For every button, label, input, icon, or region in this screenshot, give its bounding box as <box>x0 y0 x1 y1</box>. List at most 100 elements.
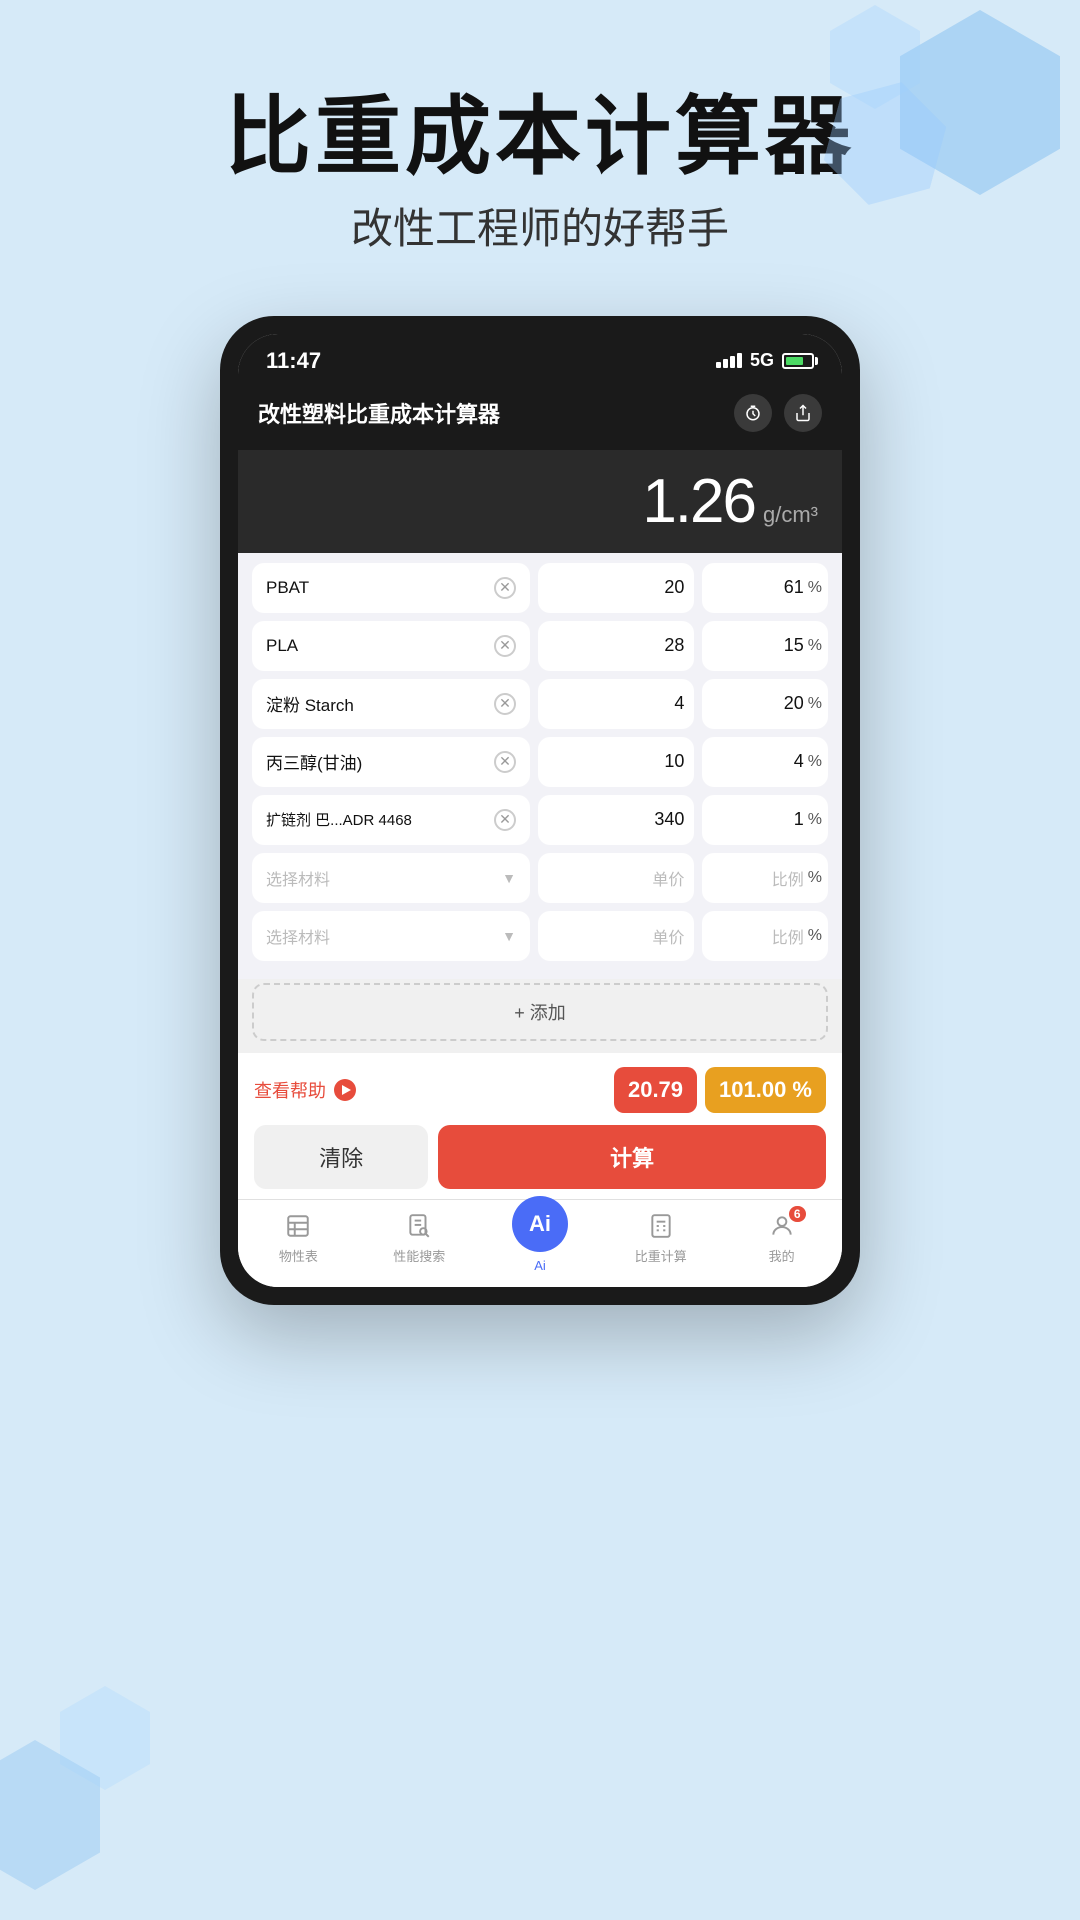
tab-mine[interactable]: 6 我的 <box>721 1210 842 1273</box>
phone-mockup: 11:47 5G 改性塑料比重成本计算器 <box>220 316 860 1305</box>
ratio-input-4[interactable]: 1 % <box>702 795 828 845</box>
material-select-4[interactable]: 扩链剂 巴...ADR 4468 ✕ <box>252 795 530 845</box>
tab-search-label: 性能搜索 <box>393 1246 445 1265</box>
action-row: 清除 计算 <box>254 1125 826 1189</box>
material-select-0[interactable]: PBAT ✕ <box>252 563 530 613</box>
price-input-4[interactable]: 340 <box>538 795 694 845</box>
header-section: 比重成本计算器 改性工程师的好帮手 <box>0 0 1080 296</box>
empty-ratio-1[interactable]: 比例 % <box>702 911 828 961</box>
signal-bar-3 <box>730 356 735 368</box>
network-type: 5G <box>750 350 774 371</box>
clear-material-0[interactable]: ✕ <box>494 577 516 599</box>
tab-bar: 物性表 性能搜索 <box>238 1199 842 1287</box>
tab-mine-label: 我的 <box>769 1246 795 1265</box>
app-header: 改性塑料比重成本计算器 <box>238 382 842 450</box>
price-input-3[interactable]: 10 <box>538 737 694 787</box>
battery-fill <box>786 357 803 365</box>
empty-price-placeholder-1: 单价 <box>652 924 684 948</box>
status-icons: 5G <box>716 350 814 371</box>
app-title: 改性塑料比重成本计算器 <box>258 397 500 429</box>
material-select-1[interactable]: PLA ✕ <box>252 621 530 671</box>
mine-badge: 6 <box>789 1206 806 1222</box>
ai-label: Ai <box>529 1211 551 1237</box>
ratio-input-0[interactable]: 61 % <box>702 563 828 613</box>
phone-mockup-container: 11:47 5G 改性塑料比重成本计算器 <box>0 316 1080 1305</box>
ingredients-list: PBAT ✕ 20 61 % PLA ✕ <box>238 553 842 979</box>
empty-material-select-0[interactable]: 选择材料 ▼ <box>252 853 530 903</box>
calculate-button[interactable]: 计算 <box>438 1125 826 1189</box>
calc-icon <box>645 1210 677 1242</box>
tab-properties-label: 物性表 <box>279 1246 318 1265</box>
empty-price-0[interactable]: 单价 <box>538 853 694 903</box>
price-input-0[interactable]: 20 <box>538 563 694 613</box>
clear-material-3[interactable]: ✕ <box>494 751 516 773</box>
dropdown-arrow-1: ▼ <box>502 928 516 944</box>
ratio-value-3: 4 <box>794 751 804 772</box>
ratio-input-1[interactable]: 15 % <box>702 621 828 671</box>
result-boxes: 20.79 101.00 % <box>614 1067 826 1113</box>
material-select-2[interactable]: 淀粉 Starch ✕ <box>252 679 530 729</box>
signal-bar-2 <box>723 359 728 368</box>
hex-bl-1 <box>0 1740 100 1890</box>
clear-material-1[interactable]: ✕ <box>494 635 516 657</box>
hex-bl-2 <box>60 1686 150 1790</box>
material-name-3: 丙三醇(甘油) <box>266 749 494 774</box>
dropdown-arrow-0: ▼ <box>502 870 516 886</box>
help-link[interactable]: 查看帮助 <box>254 1077 356 1103</box>
empty-price-placeholder-0: 单价 <box>652 866 684 890</box>
material-name-0: PBAT <box>266 578 494 598</box>
ai-icon[interactable]: Ai <box>512 1196 568 1252</box>
phone-screen: 11:47 5G 改性塑料比重成本计算器 <box>238 334 842 1287</box>
help-label: 查看帮助 <box>254 1077 326 1103</box>
person-icon: 6 <box>766 1210 798 1242</box>
add-ingredient-button[interactable]: + 添加 <box>252 983 828 1041</box>
bottom-section: 查看帮助 20.79 101.00 % <box>238 1053 842 1199</box>
signal-bar-1 <box>716 362 721 368</box>
clear-material-4[interactable]: ✕ <box>494 809 516 831</box>
ingredient-row-2: 淀粉 Starch ✕ 4 20 % <box>252 679 828 729</box>
result-display: 1.26 g/cm³ <box>238 450 842 553</box>
ratio-input-2[interactable]: 20 % <box>702 679 828 729</box>
result-value: 1.26 <box>642 466 755 537</box>
battery-icon <box>782 353 814 369</box>
tab-density-label: 比重计算 <box>635 1246 687 1265</box>
ingredient-row-3: 丙三醇(甘油) ✕ 10 4 % <box>252 737 828 787</box>
search-doc-icon <box>403 1210 435 1242</box>
material-name-2: 淀粉 Starch <box>266 691 494 716</box>
empty-price-1[interactable]: 单价 <box>538 911 694 961</box>
empty-row-0: 选择材料 ▼ 单价 比例 % <box>252 853 828 903</box>
ratio-input-3[interactable]: 4 % <box>702 737 828 787</box>
empty-material-placeholder-0: 选择材料 <box>266 866 330 890</box>
tab-density[interactable]: 比重计算 <box>600 1210 721 1273</box>
tab-ai[interactable]: Ai Ai <box>480 1210 601 1273</box>
price-input-1[interactable]: 28 <box>538 621 694 671</box>
empty-material-placeholder-1: 选择材料 <box>266 924 330 948</box>
play-icon <box>334 1079 356 1101</box>
price-value-4: 340 <box>654 809 684 830</box>
material-select-3[interactable]: 丙三醇(甘油) ✕ <box>252 737 530 787</box>
result-unit: g/cm³ <box>763 502 818 528</box>
price-value-0: 20 <box>664 577 684 598</box>
price-input-2[interactable]: 4 <box>538 679 694 729</box>
ratio-result-box: 101.00 % <box>705 1067 826 1113</box>
timer-button[interactable] <box>734 394 772 432</box>
clear-material-2[interactable]: ✕ <box>494 693 516 715</box>
ratio-value-1: 15 <box>784 635 804 656</box>
clear-button[interactable]: 清除 <box>254 1125 428 1189</box>
status-time: 11:47 <box>266 348 321 374</box>
sub-title: 改性工程师的好帮手 <box>0 195 1080 256</box>
share-button[interactable] <box>784 394 822 432</box>
table-icon <box>282 1210 314 1242</box>
price-value-3: 10 <box>664 751 684 772</box>
material-name-1: PLA <box>266 636 494 656</box>
add-button-label: + 添加 <box>514 1003 566 1023</box>
ingredient-row-4: 扩链剂 巴...ADR 4468 ✕ 340 1 % <box>252 795 828 845</box>
empty-row-1: 选择材料 ▼ 单价 比例 % <box>252 911 828 961</box>
empty-ratio-0[interactable]: 比例 % <box>702 853 828 903</box>
ratio-value-4: 1 <box>794 809 804 830</box>
tab-properties[interactable]: 物性表 <box>238 1210 359 1273</box>
ratio-value-0: 61 <box>784 577 804 598</box>
empty-material-select-1[interactable]: 选择材料 ▼ <box>252 911 530 961</box>
signal-bar-4 <box>737 353 742 368</box>
tab-search[interactable]: 性能搜索 <box>359 1210 480 1273</box>
